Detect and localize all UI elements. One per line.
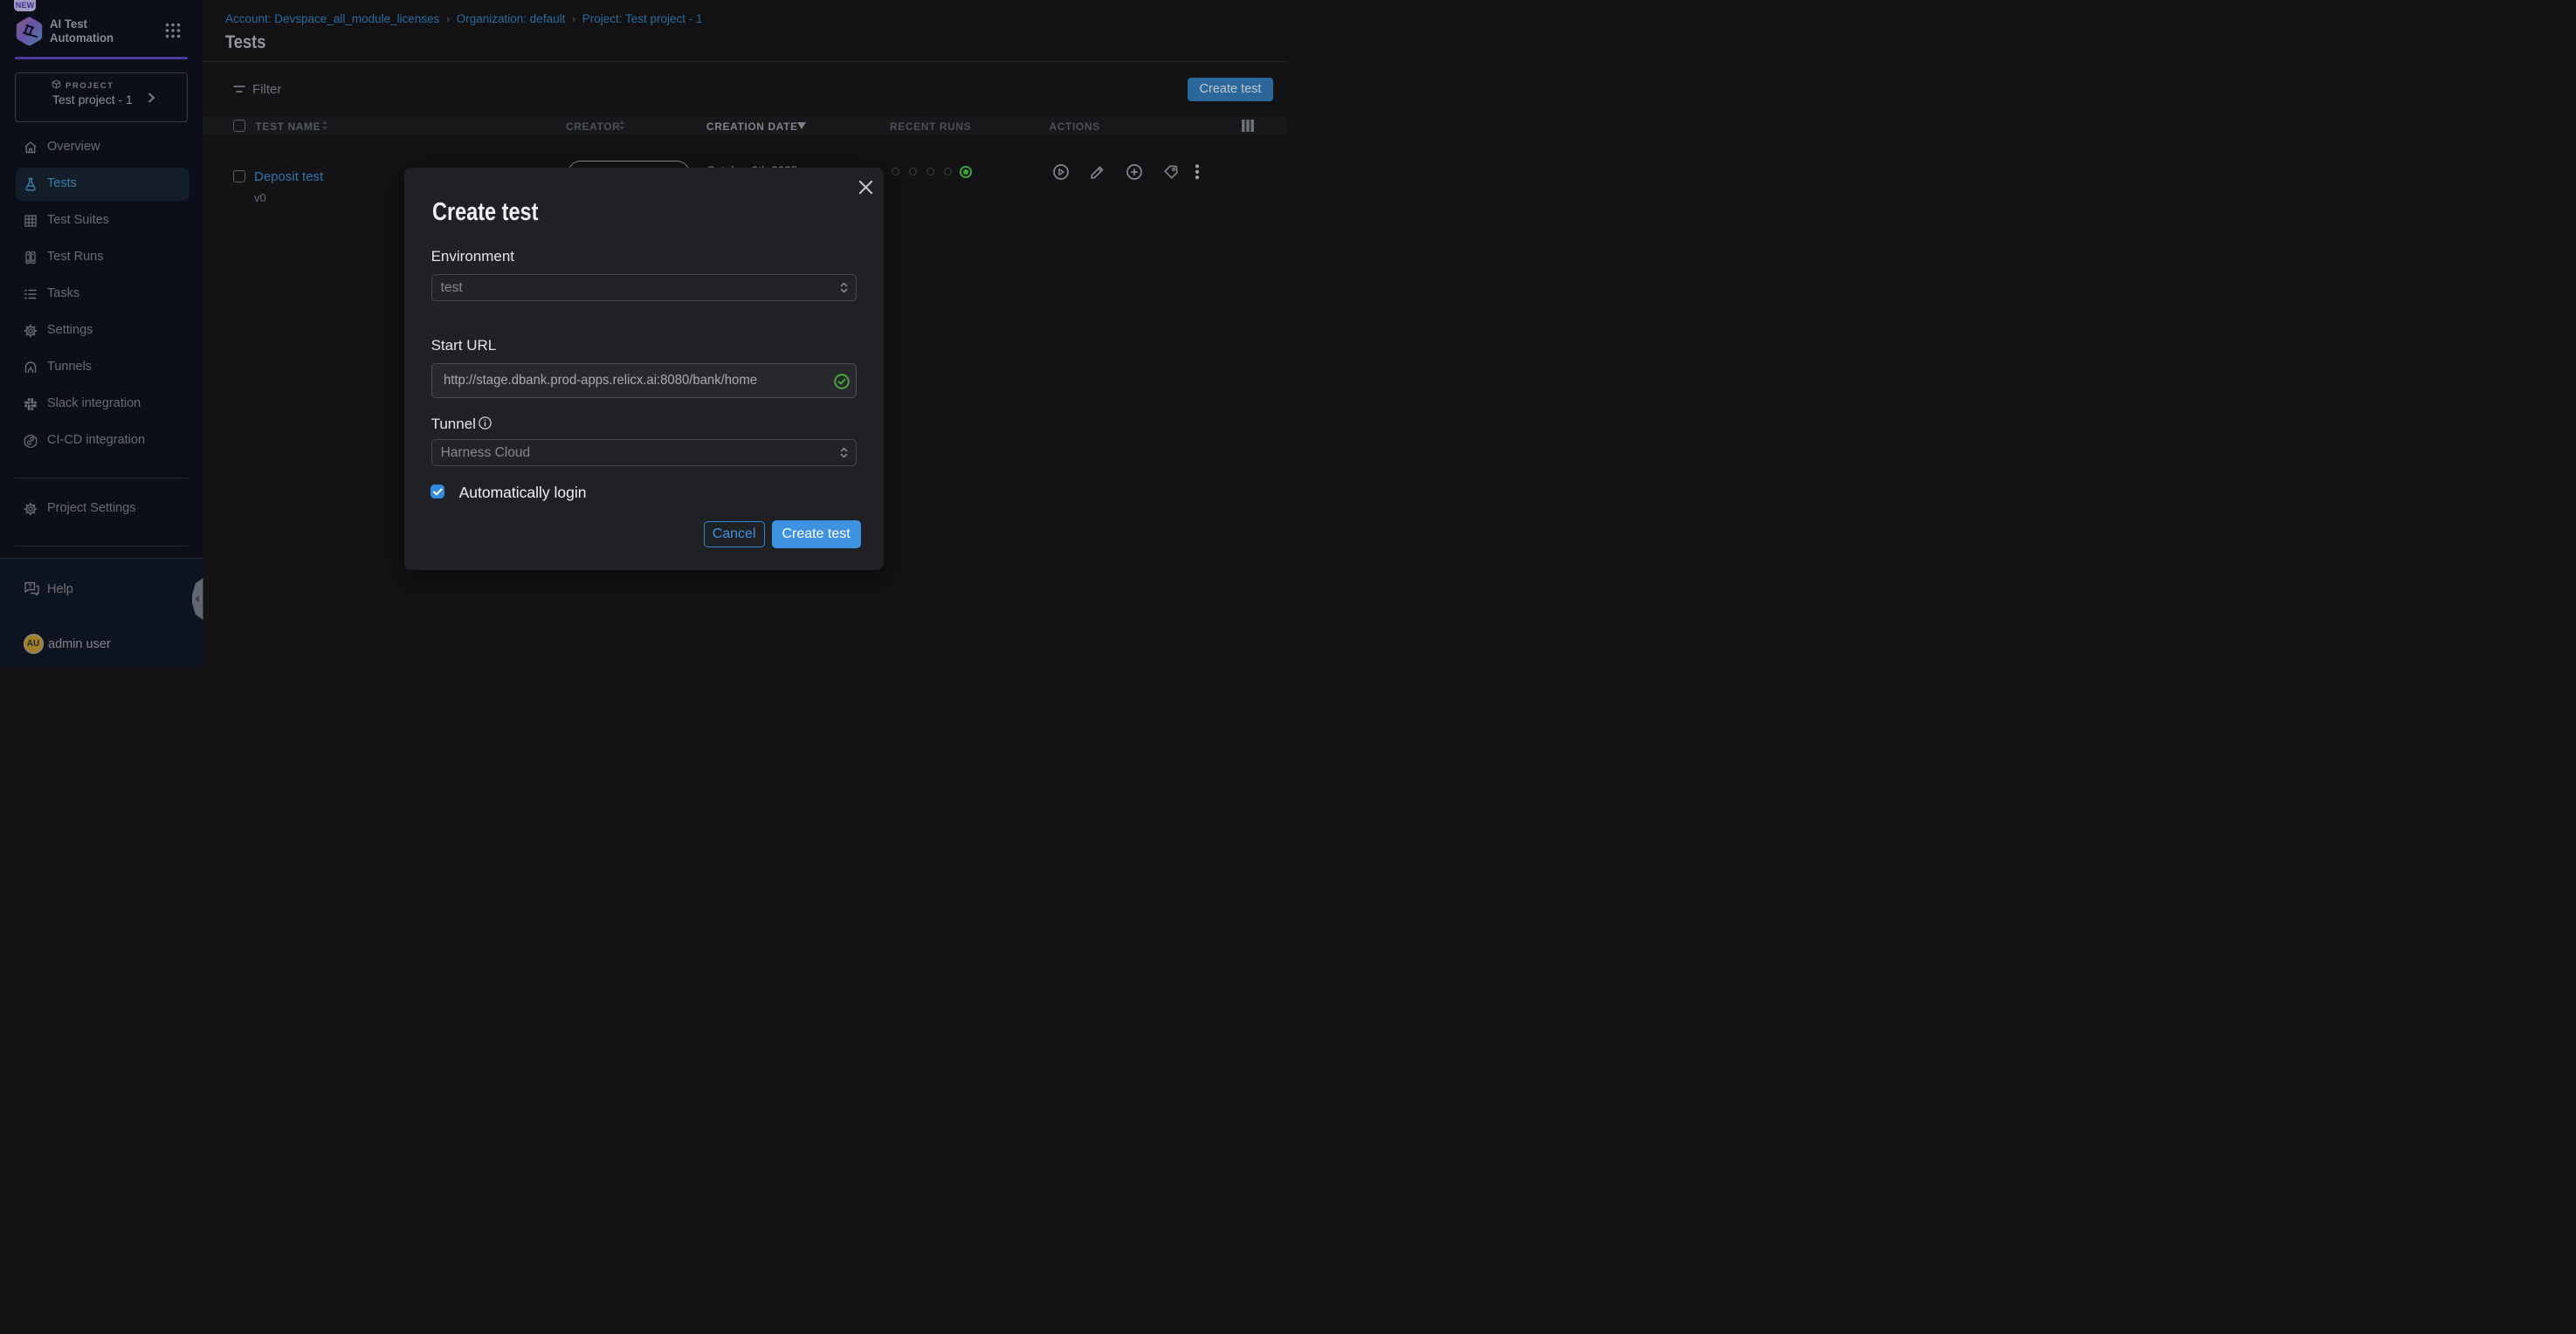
svg-text:?: ? <box>28 582 32 590</box>
